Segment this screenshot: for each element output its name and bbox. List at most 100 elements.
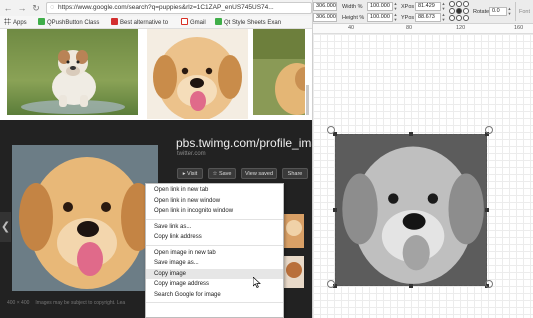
rotate-field[interactable]: 0.0 — [489, 7, 507, 16]
width-label: Width % — [342, 4, 363, 10]
preview-title[interactable]: pbs.twimg.com/profile_ima — [176, 136, 312, 150]
menu-item-open-image-new-tab[interactable]: Open image in new tab — [146, 248, 283, 259]
mouse-pointer-icon — [253, 277, 261, 288]
font-button[interactable]: Font — [519, 8, 530, 16]
preview-footer: 400 × 400 Images may be subject to copyri… — [7, 300, 126, 306]
related-thumbnail-1[interactable] — [284, 214, 304, 248]
ruler-label-160: 160 — [514, 25, 524, 31]
view-saved-button[interactable]: View saved — [241, 168, 277, 179]
resize-handle-top[interactable] — [409, 132, 413, 136]
horizontal-ruler: 40 80 120 160 — [313, 24, 533, 34]
height-spinner-icon[interactable]: ▲ ▼ — [393, 12, 398, 22]
related-puppy-image-2 — [284, 256, 304, 288]
align-middle-left-icon[interactable] — [449, 8, 455, 14]
ypos-spinner-icon[interactable]: ▲ ▼ — [441, 12, 446, 22]
golden-puppy-image — [147, 29, 248, 119]
forward-arrow-icon[interactable]: → — [17, 3, 27, 13]
bookmark-qt-style-sheets[interactable]: Qt Style Sheets Exan — [215, 18, 281, 27]
preview-image[interactable] — [12, 145, 158, 291]
rotate-handle-bottom-right-icon[interactable] — [485, 280, 493, 288]
save-button[interactable]: ☆ Save — [208, 168, 236, 179]
width-spinner-icon[interactable]: ▲ ▼ — [393, 1, 398, 11]
browser-toolbar: ← → ↻ ◌ https://www.google.com/search?q=… — [0, 0, 312, 16]
height-label: Height % — [342, 15, 365, 21]
rotate-spinner-icon[interactable]: ▲ ▼ — [507, 6, 512, 16]
bookmarks-bar: Apps QPushButton Class Best alternative … — [0, 16, 312, 29]
ruler-label-80: 80 — [406, 25, 413, 31]
qt-logo-icon — [38, 18, 45, 25]
align-top-center-icon[interactable] — [456, 1, 462, 7]
related-puppy-image-1 — [284, 214, 304, 248]
menu-item-save-image-as[interactable]: Save image as... — [146, 258, 283, 269]
resize-handle-bottom[interactable] — [409, 284, 413, 288]
menu-item-copy-link-address[interactable]: Copy link address — [146, 232, 283, 243]
result-thumbnail-golden-puppy[interactable] — [147, 29, 248, 119]
puppy-image-3 — [253, 29, 305, 115]
address-bar[interactable]: ◌ https://www.google.com/search?q=puppie… — [46, 2, 312, 14]
align-bottom-center-icon[interactable] — [456, 15, 462, 21]
menu-item-save-link-as[interactable]: Save link as... — [146, 222, 283, 233]
properties-toolbar: 306.000 306.000 Width % 100.000 ▲ ▼ Heigh… — [313, 0, 533, 24]
menu-separator — [146, 244, 283, 246]
previous-image-arrow-icon[interactable]: ❮ — [0, 212, 11, 242]
menu-item-open-link-incognito[interactable]: Open link in incognito window — [146, 206, 283, 217]
width-field[interactable]: 100.000 — [367, 2, 393, 11]
lock-icon: ◌ — [50, 4, 55, 11]
align-middle-right-icon[interactable] — [463, 8, 469, 14]
align-bottom-right-icon[interactable] — [463, 15, 469, 21]
ypos-label: YPos — [401, 15, 415, 21]
design-canvas[interactable] — [313, 34, 533, 318]
bookmark-best-alternative[interactable]: Best alternative to — [111, 18, 168, 27]
resize-handle-left[interactable] — [333, 208, 337, 212]
preview-site[interactable]: twitter.com — [177, 151, 206, 157]
browser-window: ← → ↻ ◌ https://www.google.com/search?q=… — [0, 0, 312, 318]
image-designer: 306.000 306.000 Width % 100.000 ▲ ▼ Heigh… — [312, 0, 533, 318]
xpos-spinner-icon[interactable]: ▲ ▼ — [441, 1, 446, 11]
context-menu: Open link in new tab Open link in new wi… — [145, 183, 284, 318]
quora-logo-icon — [111, 18, 118, 25]
xpos-field[interactable]: 81.429 — [415, 2, 441, 11]
height-field[interactable]: 100.000 — [367, 13, 393, 22]
result-thumbnail-puppy-3[interactable] — [253, 29, 305, 115]
resize-handle-right[interactable] — [485, 208, 489, 212]
ruler-label-120: 120 — [456, 25, 466, 31]
menu-item-open-link-new-tab[interactable]: Open link in new tab — [146, 185, 283, 196]
rotate-handle-top-right-icon[interactable] — [485, 126, 493, 134]
apps-grid-icon — [4, 18, 11, 25]
menu-separator — [146, 302, 283, 303]
menu-item-search-google-for-image[interactable]: Search Google for image — [146, 290, 283, 301]
align-top-left-icon[interactable] — [449, 1, 455, 7]
back-arrow-icon[interactable]: ← — [3, 3, 13, 13]
ypos-field[interactable]: 88.673 — [415, 13, 441, 22]
related-thumbnail-2[interactable] — [284, 256, 304, 288]
align-top-right-icon[interactable] — [463, 1, 469, 7]
bookmark-gmail[interactable]: Gmail — [181, 18, 206, 27]
selection-frame — [335, 134, 487, 286]
url-text: https://www.google.com/search?q=puppies&… — [58, 4, 274, 11]
menu-item-copy-image[interactable]: Copy image — [146, 268, 283, 279]
golden-puppy-large-image — [12, 145, 158, 291]
menu-separator — [146, 218, 283, 220]
menu-item-copy-image-address[interactable]: Copy image address — [146, 279, 283, 290]
menu-item-open-link-new-window[interactable]: Open link in new window — [146, 196, 283, 207]
gmail-logo-icon — [181, 18, 188, 25]
align-bottom-left-icon[interactable] — [449, 15, 455, 21]
bulldog-image — [7, 29, 138, 115]
align-center-icon[interactable] — [456, 8, 462, 14]
left-value-field-2[interactable]: 306.000 — [313, 13, 337, 22]
rotate-handle-bottom-left-icon[interactable] — [327, 280, 335, 288]
ruler-label-40: 40 — [348, 25, 355, 31]
reload-icon[interactable]: ↻ — [31, 3, 41, 13]
bookmark-qpushbutton[interactable]: QPushButton Class — [38, 18, 99, 27]
xpos-label: XPos — [401, 4, 415, 10]
visit-button[interactable]: ▸ Visit — [177, 168, 203, 179]
bookmark-apps[interactable]: Apps — [4, 18, 27, 27]
toolbar-divider — [515, 2, 516, 21]
share-button[interactable]: Share — [282, 168, 308, 179]
result-thumbnail-bulldog[interactable] — [7, 29, 138, 115]
left-value-field-1[interactable]: 306.000 — [313, 2, 337, 11]
rotate-label: Rotate — [473, 9, 490, 15]
qt-logo-icon — [215, 18, 222, 25]
scrollbar-thumb[interactable] — [306, 85, 309, 115]
rotate-handle-top-left-icon[interactable] — [327, 126, 335, 134]
